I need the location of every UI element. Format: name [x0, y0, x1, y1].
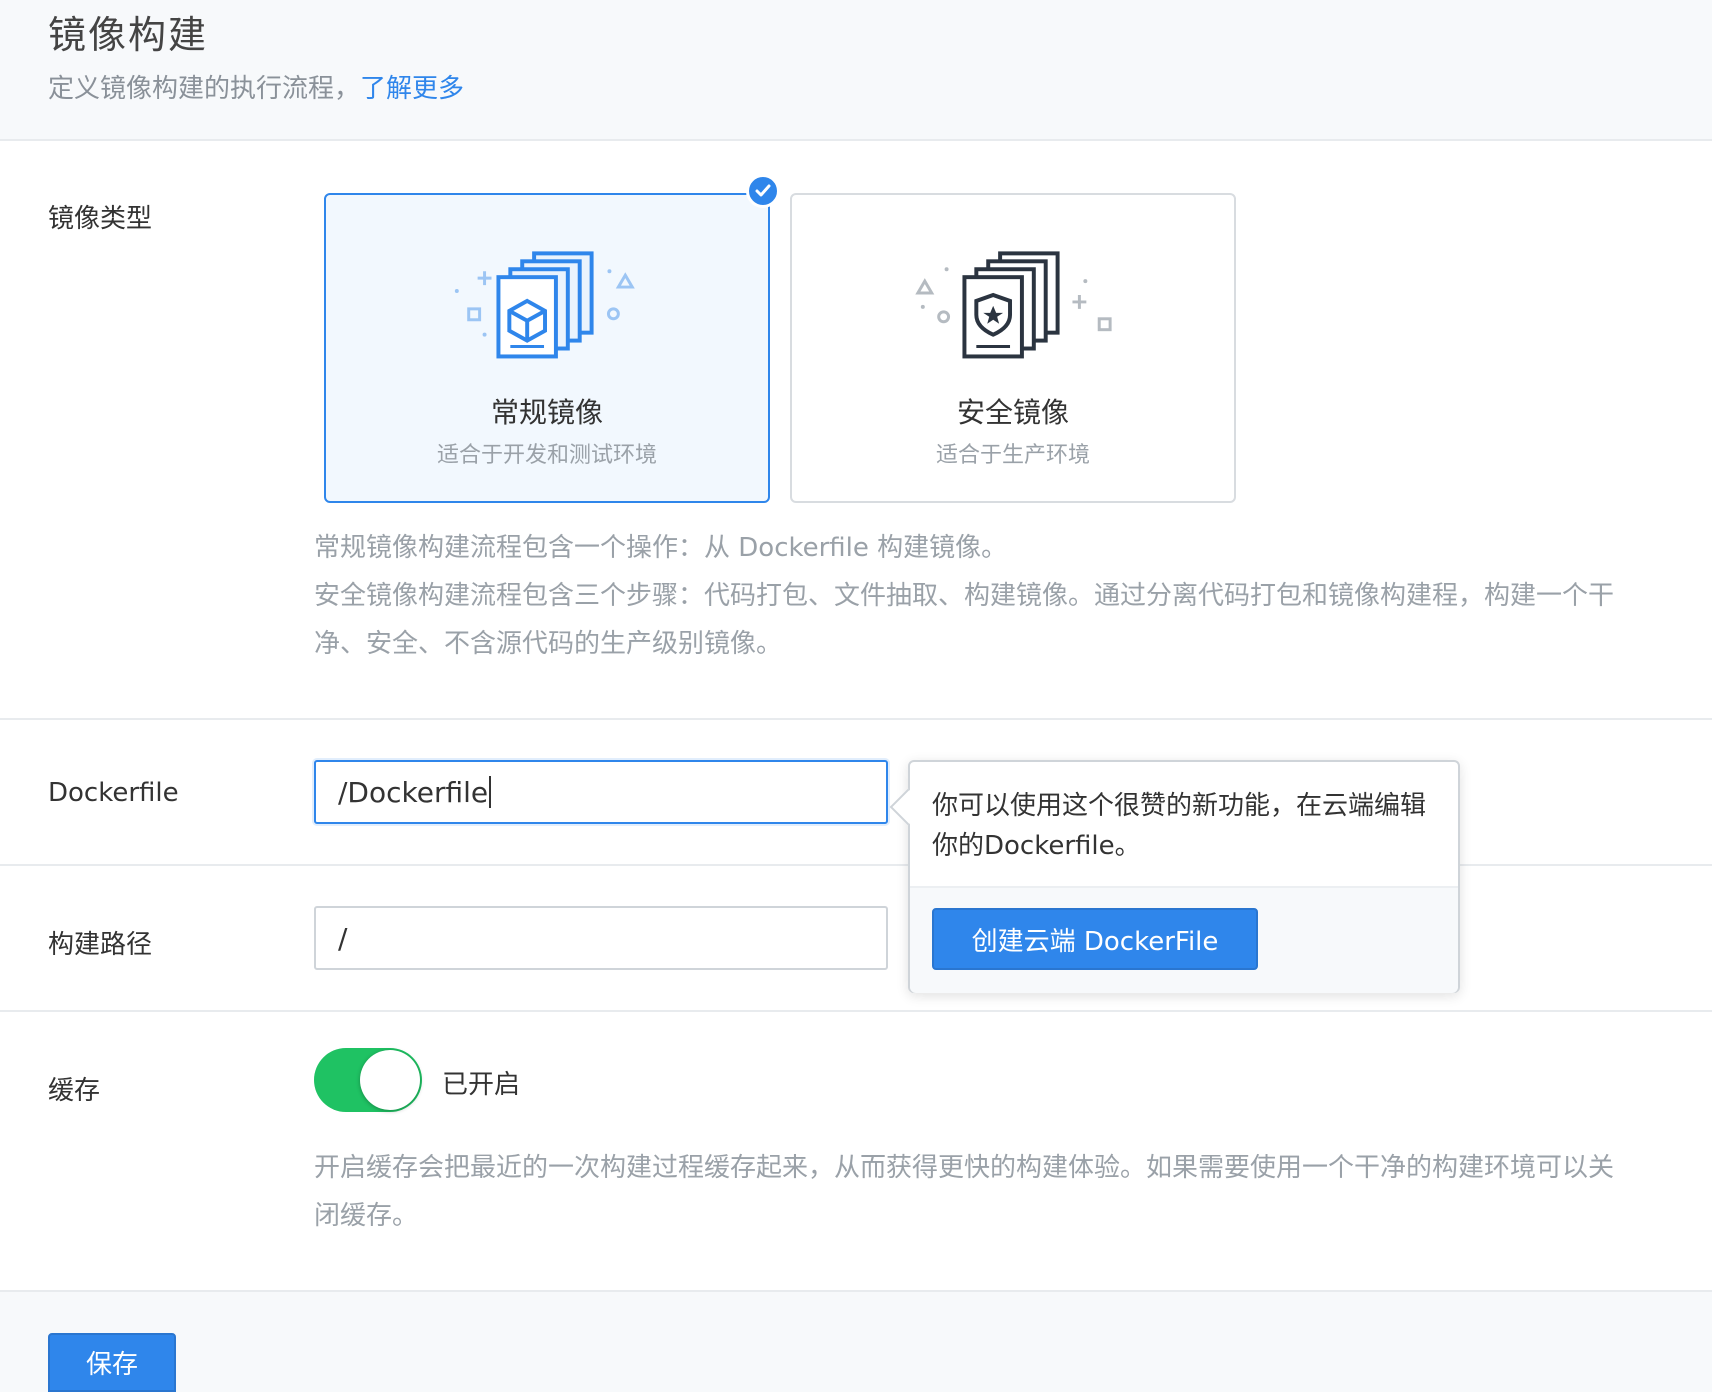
- page-header: 镜像构建 定义镜像构建的执行流程，了解更多: [0, 0, 1712, 141]
- divider: [0, 718, 1712, 720]
- option-name: 常规镜像: [490, 396, 603, 429]
- text-caret: [489, 776, 492, 808]
- page-subtitle: 定义镜像构建的执行流程，了解更多: [48, 68, 464, 105]
- image-type-option-standard[interactable]: 常规镜像 适合于开发和测试环境: [324, 193, 770, 503]
- dockerfile-input-value: /Dockerfile: [338, 775, 489, 809]
- selected-check-icon: [746, 174, 780, 208]
- toggle-knob: [360, 1050, 420, 1110]
- create-cloud-dockerfile-button[interactable]: 创建云端 DockerFile: [932, 908, 1258, 970]
- dockerfile-popover: 你可以使用这个很赞的新功能，在云端编辑你的Dockerfile。 创建云端 Do…: [889, 760, 1460, 993]
- popover-arrow: [889, 788, 927, 826]
- page-title: 镜像构建: [48, 13, 209, 57]
- help-line: 安全镜像构建流程包含三个步骤：代码打包、文件抽取、构建镜像。通过分离代码打包和镜…: [314, 581, 1615, 611]
- cache-status: 已开启: [442, 1070, 521, 1100]
- image-type-option-secure[interactable]: 安全镜像 适合于生产环境: [790, 193, 1236, 503]
- dockerfile-label: Dockerfile: [48, 778, 179, 808]
- box-document-stack-icon: [454, 251, 635, 359]
- shield-document-stack-icon: [915, 251, 1112, 359]
- help-line: 闭缓存。: [314, 1201, 419, 1231]
- build-path-input-value: /: [338, 921, 348, 955]
- help-line: 开启缓存会把最近的一次构建过程缓存起来，从而获得更快的构建体验。如果需要使用一个…: [314, 1153, 1615, 1183]
- cache-help: 开启缓存会把最近的一次构建过程缓存起来，从而获得更快的构建体验。如果需要使用一个…: [314, 1144, 1614, 1240]
- form-footer: [0, 1290, 1712, 1392]
- build-path-label: 构建路径: [48, 930, 153, 960]
- cache-toggle[interactable]: [314, 1048, 422, 1112]
- build-path-input[interactable]: /: [314, 906, 888, 970]
- image-type-help: 常规镜像构建流程包含一个操作：从 Dockerfile 构建镜像。 安全镜像构建…: [314, 524, 1614, 668]
- option-desc: 适合于生产环境: [935, 443, 1090, 468]
- divider: [0, 1010, 1712, 1012]
- option-name: 安全镜像: [956, 396, 1069, 429]
- cache-label: 缓存: [48, 1076, 101, 1106]
- dockerfile-input[interactable]: /Dockerfile: [314, 760, 888, 824]
- learn-more-link[interactable]: 了解更多: [360, 74, 464, 104]
- subtitle-text: 定义镜像构建的执行流程，: [48, 74, 361, 104]
- save-button[interactable]: 保存: [48, 1333, 176, 1392]
- popover-text: 你可以使用这个很赞的新功能，在云端编辑你的Dockerfile。: [932, 791, 1427, 861]
- option-desc: 适合于开发和测试环境: [436, 443, 657, 468]
- image-type-label: 镜像类型: [48, 204, 153, 234]
- help-line: 常规镜像构建流程包含一个操作：从 Dockerfile 构建镜像。: [314, 533, 1008, 563]
- help-line: 净、安全、不含源代码的生产级别镜像。: [314, 629, 783, 659]
